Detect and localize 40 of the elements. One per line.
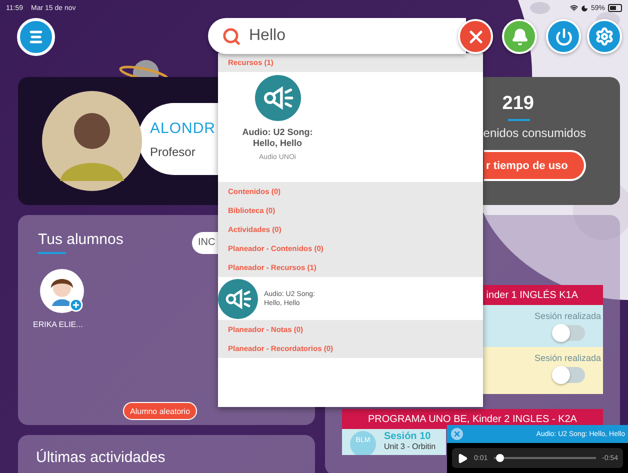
menu-icon (28, 30, 44, 44)
student-name: ERIKA ELIE... (33, 320, 83, 329)
session-toggle[interactable] (553, 325, 585, 341)
wifi-icon (570, 4, 578, 12)
stat-count: 219 (502, 93, 534, 115)
menu-button[interactable] (17, 18, 55, 56)
usage-time-button[interactable]: r tiempo de uso (484, 150, 586, 181)
session-title: Sesión 10 (384, 431, 432, 442)
group-filter[interactable]: INC (192, 232, 218, 254)
session-label: Sesión realizada (534, 353, 601, 363)
close-icon (453, 430, 461, 438)
stat-label: enidos consumidos (483, 126, 586, 140)
activities-title: Últimas actividades (36, 449, 166, 466)
profile-role: Profesor (150, 144, 196, 158)
random-student-button[interactable]: Alumno aleatorio (123, 402, 198, 420)
moon-icon (580, 4, 588, 12)
power-icon (554, 28, 572, 46)
session-label: Sesión realizada (534, 311, 601, 321)
notifications-button[interactable] (502, 19, 537, 54)
play-icon (457, 452, 468, 464)
search-field[interactable]: Hello (249, 27, 429, 45)
search-bar[interactable]: Hello (208, 18, 466, 54)
students-title: Tus alumnos (38, 231, 124, 248)
play-button[interactable] (457, 452, 468, 464)
speaker-icon (254, 75, 300, 121)
speaker-icon (218, 278, 258, 318)
result-title: Audio: U2 Song: Hello, Hello (241, 127, 314, 149)
profile-name: ALONDR (150, 120, 216, 136)
progress-thumb[interactable] (496, 454, 504, 462)
bell-icon (510, 28, 528, 46)
session-toggle[interactable] (553, 367, 585, 383)
clear-button[interactable] (458, 19, 493, 54)
battery-icon (608, 4, 622, 12)
progress-slider[interactable] (494, 454, 596, 462)
class-title: PROGRAMA UNO BE, Kinder 2 INGLES - K2A (368, 414, 577, 424)
unit-text: Unit 3 - Orbitin (384, 442, 436, 451)
search-icon (222, 26, 241, 46)
student-avatar[interactable] (39, 268, 85, 314)
class-title: inder 1 INGLÉS K1A (486, 290, 578, 300)
settings-icon (595, 27, 614, 46)
